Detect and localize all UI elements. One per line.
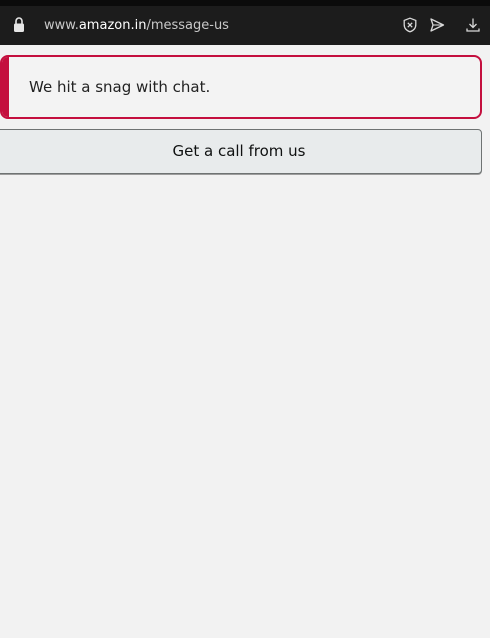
shield-x-icon[interactable] [401,16,419,34]
url-prefix: www. [44,18,79,33]
download-icon[interactable] [464,16,482,34]
chat-error-alert: We hit a snag with chat. [0,55,482,119]
alert-accent-bar [2,57,9,117]
address-bar[interactable]: www.amazon.in/message-us [0,6,490,45]
url-path: /message-us [146,18,229,33]
error-message: We hit a snag with chat. [29,78,211,96]
lock-icon [14,17,24,32]
url-domain: amazon.in [78,18,147,33]
url-text[interactable]: www.amazon.in/message-us [44,6,229,45]
send-icon[interactable] [428,16,446,34]
get-call-button[interactable]: Get a call from us [0,129,482,174]
